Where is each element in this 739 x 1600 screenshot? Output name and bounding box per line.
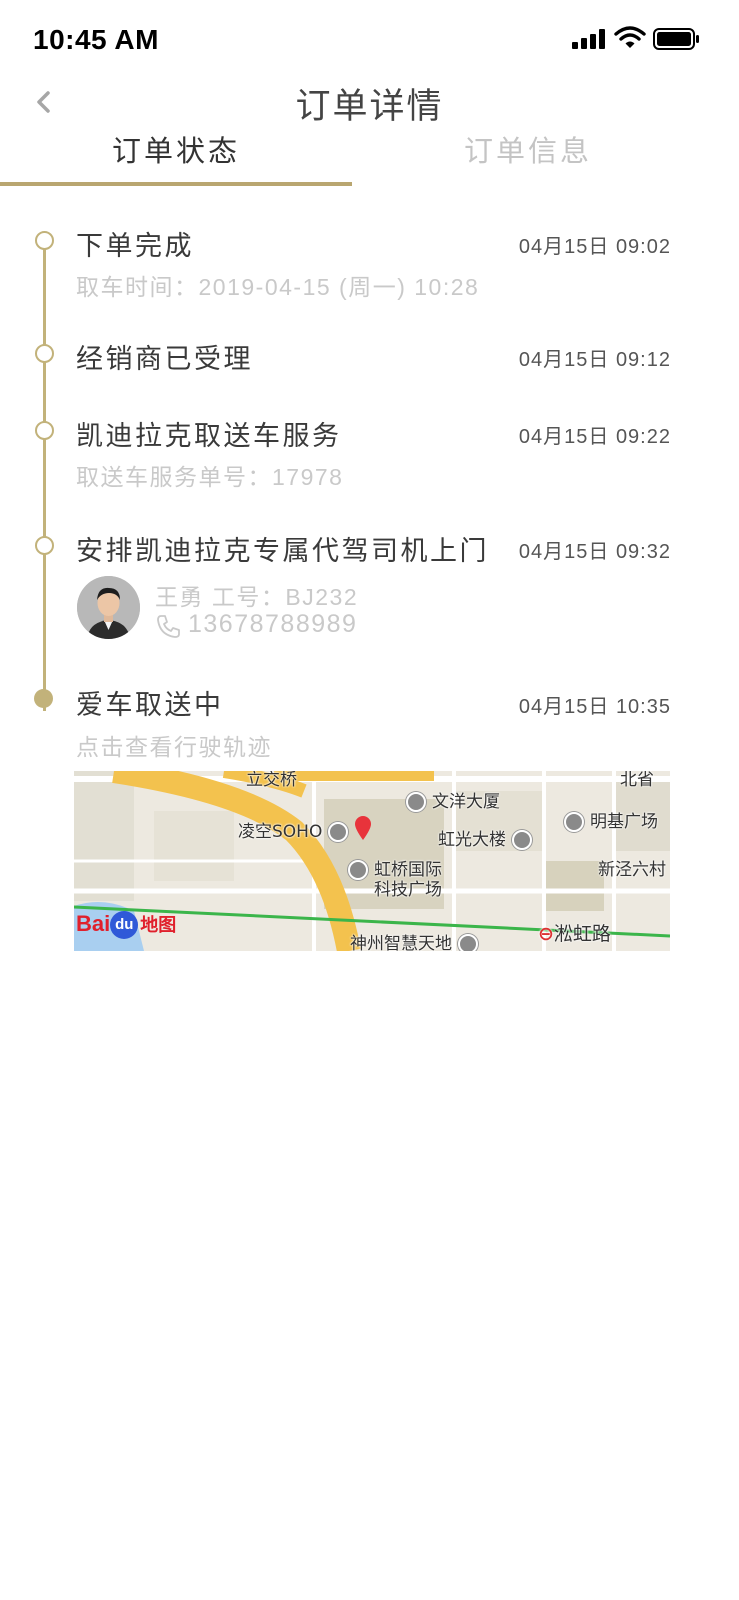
map-label-hongguang: 虹光大楼: [438, 825, 538, 850]
logo-text: Bai: [76, 911, 111, 936]
event-title: 爱车取送中: [76, 690, 224, 721]
map-label: 科技广场: [374, 880, 442, 900]
map-label-text: 虹光大楼: [438, 830, 506, 850]
active-tab-indicator: [0, 182, 352, 186]
building-icon: [328, 822, 349, 842]
event-time: 04月15日 09:12: [518, 349, 671, 371]
timeline-dot: [35, 231, 54, 250]
cellular-signal-icon: [572, 29, 606, 49]
map-label-shenzhou: 神州智慧天地: [350, 929, 484, 951]
map-label-text: 淞虹路: [553, 923, 611, 945]
event-title: 安排凯迪拉克专属代驾司机上门: [76, 536, 489, 567]
driver-photo-icon: [77, 576, 140, 639]
battery-icon: [653, 28, 699, 50]
building-icon: [458, 934, 478, 951]
phone-icon[interactable]: [155, 613, 181, 639]
map-label-text: 明基广场: [590, 812, 658, 832]
event-time: 04月15日 09:32: [518, 541, 671, 563]
timeline-dot: [35, 536, 54, 555]
building-icon: [348, 860, 368, 880]
metro-icon: ⊖: [538, 923, 554, 945]
map-label-text: 神州智慧天地: [350, 934, 452, 951]
event-title: 下单完成: [76, 231, 194, 262]
map-label: 立交桥: [246, 771, 297, 790]
location-pin-icon: [355, 816, 371, 840]
tab-order-info[interactable]: 订单信息: [352, 128, 704, 170]
status-time: 10:45 AM: [33, 24, 159, 55]
timeline-dot: [35, 421, 54, 440]
event-title: 经销商已受理: [76, 344, 253, 375]
route-map[interactable]: 立交桥 文洋大厦 北省 凌空SOHO 虹光大楼 明基广场 虹桥国际 科技广场 新…: [74, 771, 670, 951]
map-label-text: 凌空SOHO: [238, 822, 323, 842]
driver-name: 王勇 工号：BJ232: [155, 584, 359, 610]
timeline-line: [43, 243, 46, 711]
baidu-map-logo: Bai du 地图: [76, 911, 177, 940]
timeline-dot: [35, 344, 54, 363]
event-time: 04月15日 09:22: [518, 426, 671, 448]
building-icon: [406, 792, 426, 812]
map-label: 新泾六村: [598, 860, 666, 880]
driver-phone-number[interactable]: 13678788989: [188, 610, 357, 639]
driver-avatar: [77, 576, 140, 639]
view-track-link[interactable]: 点击查看行驶轨迹: [76, 728, 272, 762]
service-order-number: 取送车服务单号：17978: [76, 464, 344, 490]
building-icon: [512, 830, 532, 850]
event-time: 04月15日 09:02: [518, 236, 671, 258]
logo-du: du: [110, 911, 139, 940]
logo-suffix: 地图: [140, 915, 177, 935]
map-label-songhong: ⊖淞虹路: [538, 919, 611, 946]
pickup-time-text: 取车时间：2019-04-15 (周一) 10:28: [76, 274, 480, 300]
event-time: 04月15日 10:35: [518, 696, 671, 718]
map-label: 北省: [620, 771, 654, 790]
map-label-lingkong: 凌空SOHO: [238, 817, 354, 842]
map-label-mingji: 明基广场: [564, 807, 658, 832]
status-bar: 10:45 AM: [0, 0, 739, 80]
tab-order-status[interactable]: 订单状态: [0, 128, 352, 170]
map-label-text: 文洋大厦: [432, 792, 500, 812]
wifi-icon: [614, 26, 646, 48]
event-title: 凯迪拉克取送车服务: [76, 421, 342, 452]
tab-bar: 订单状态 订单信息: [0, 120, 739, 186]
map-label-wenyang: 文洋大厦: [406, 787, 500, 812]
building-icon: [564, 812, 584, 832]
timeline-dot-current: [34, 689, 53, 708]
